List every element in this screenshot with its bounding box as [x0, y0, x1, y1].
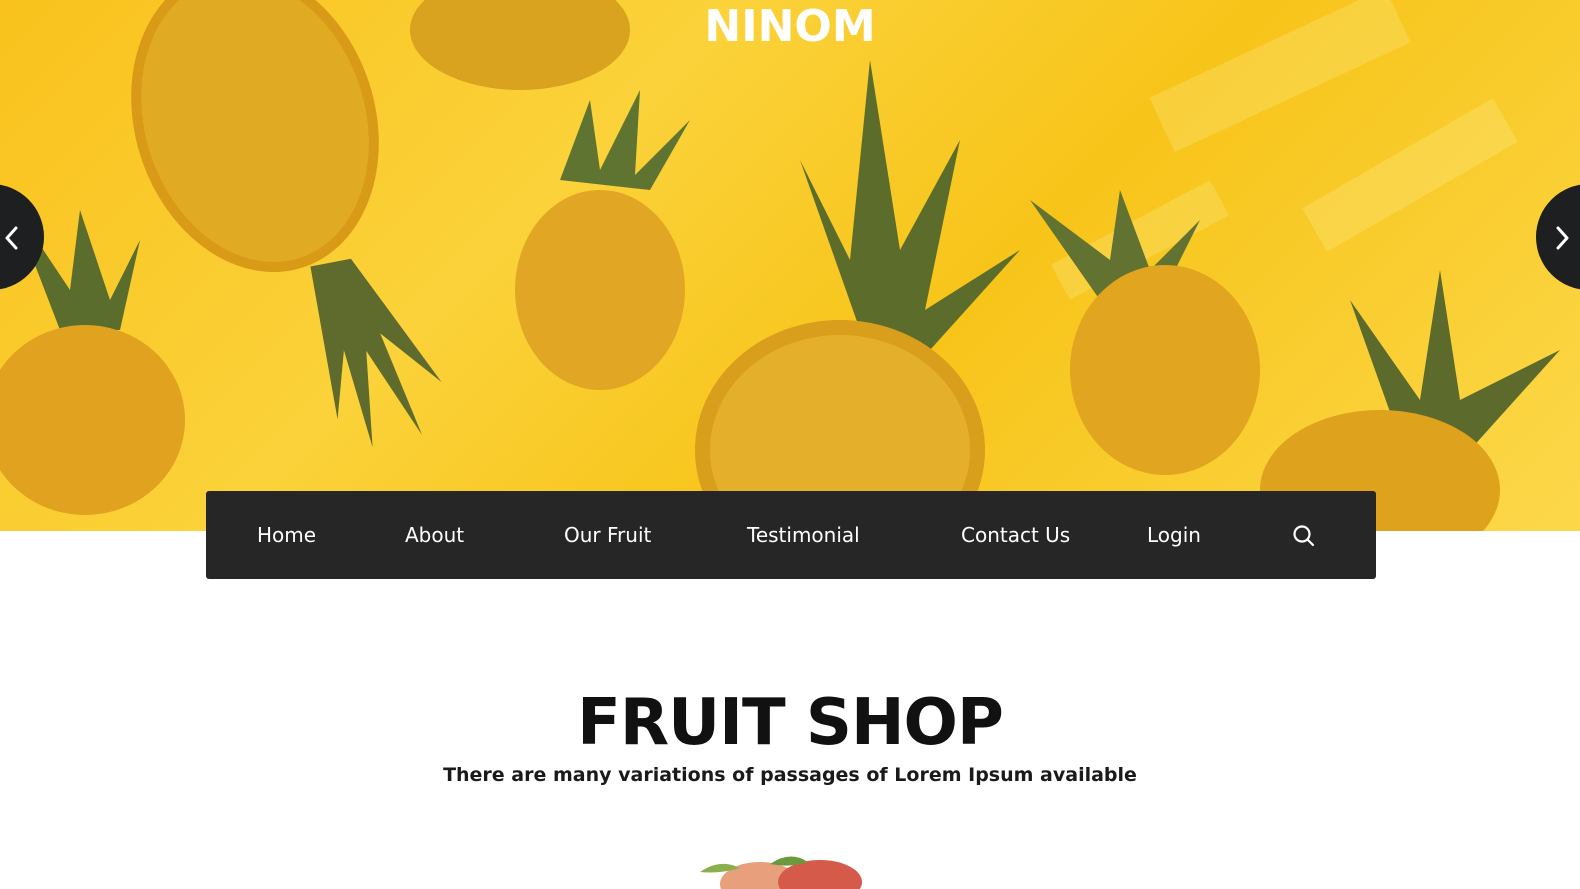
- section-subtitle: There are many variations of passages of…: [443, 764, 1137, 786]
- pineapples-image: [0, 0, 1560, 531]
- chevron-left-icon: [5, 226, 18, 250]
- site-logo[interactable]: NINOM: [0, 0, 1580, 54]
- nav-item-login[interactable]: Login: [1147, 491, 1201, 579]
- chevron-right-icon: [1556, 226, 1569, 250]
- main-navigation: Home About Our Fruit Testimonial Contact…: [206, 491, 1376, 579]
- hero-banner: NINOM: [0, 0, 1580, 531]
- nav-item-our-fruit[interactable]: Our Fruit: [564, 491, 651, 579]
- nav-item-about[interactable]: About: [405, 491, 464, 579]
- nav-item-testimonial[interactable]: Testimonial: [747, 491, 860, 579]
- nav-item-home[interactable]: Home: [257, 491, 316, 579]
- section-title: FRUIT SHOP: [577, 686, 1004, 760]
- nav-item-contact-us[interactable]: Contact Us: [961, 491, 1070, 579]
- fruit-image: [700, 856, 862, 889]
- search-icon[interactable]: [1292, 524, 1316, 548]
